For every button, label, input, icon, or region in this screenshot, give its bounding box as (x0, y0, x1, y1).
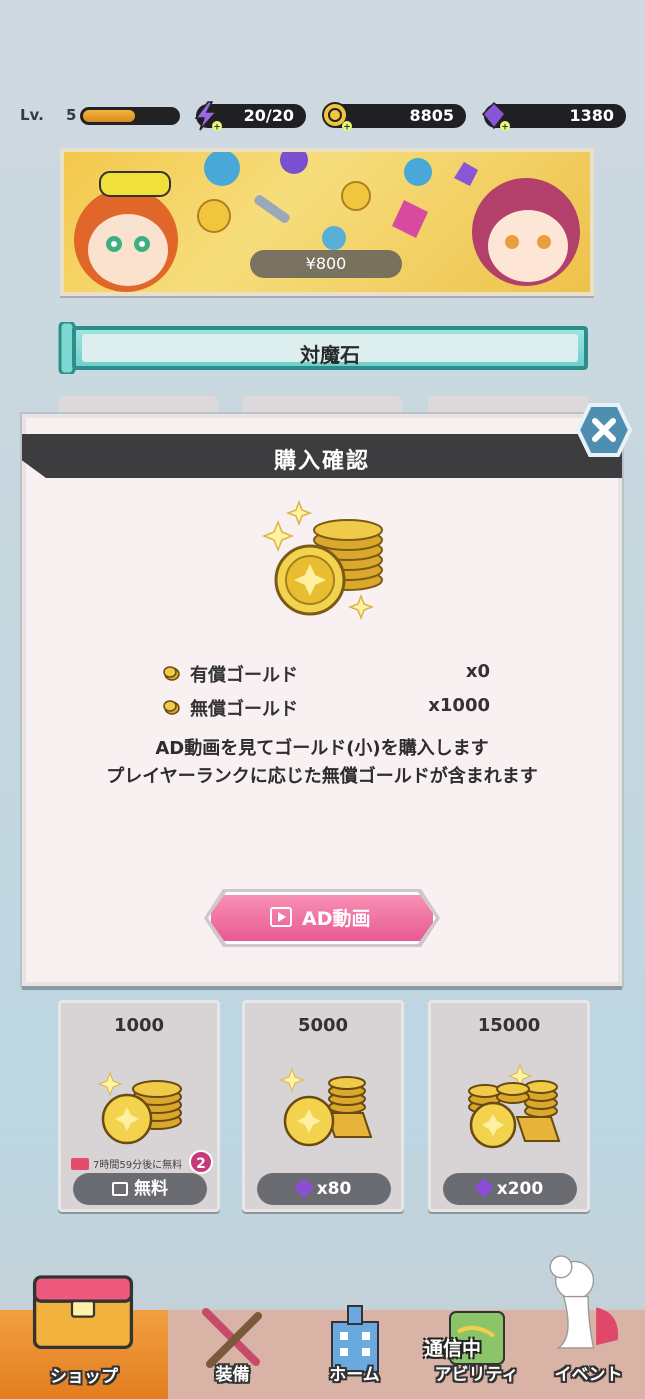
close-icon (575, 403, 633, 457)
loading-character-icon (549, 1255, 619, 1349)
remaining-count-badge: 2 (189, 1150, 213, 1174)
buy-with-gems-button[interactable]: x80 (257, 1173, 391, 1205)
small-coin-icon (163, 666, 180, 681)
nav-home[interactable]: ホーム (290, 1282, 419, 1399)
coin-pile-medium-icon (279, 1067, 373, 1147)
free-gold-qty: x1000 (428, 695, 490, 716)
status-bar: Lv. 5 + 20/20 + 8805 + 1380 (0, 98, 645, 138)
description-line-1: AD動画を見てゴールド(小)を購入します (155, 738, 489, 759)
purple-gem-icon: + (481, 101, 510, 133)
product-card-1000[interactable]: 1000 7時間59分後に無料 無料 2 (58, 1000, 220, 1212)
gold-coins-icon (261, 500, 383, 621)
dialog-header: 購入確認 (22, 434, 622, 478)
treasure-chest-icon (32, 1275, 134, 1350)
gold-coin-icon: + (322, 102, 352, 133)
free-gold-row: 無償ゴールド x1000 (22, 694, 622, 720)
coin-pile-large-icon (468, 1063, 561, 1149)
level-label: Lv. (20, 106, 44, 124)
close-button[interactable] (575, 402, 633, 458)
energy-bolt-icon: + (194, 101, 222, 133)
section-title: 対魔石 (300, 343, 360, 367)
product-card-5000[interactable]: 5000 x80 (242, 1000, 404, 1212)
banner-price: ¥800 (250, 250, 402, 278)
video-icon (71, 1158, 89, 1170)
watch-ad-label: AD動画 (302, 908, 371, 930)
nav-ability-label: アビリティ (434, 1365, 519, 1385)
svg-text:+: + (501, 123, 509, 133)
nav-shop-label: ショップ (50, 1367, 118, 1387)
play-video-icon (270, 907, 292, 927)
product-amount: 1000 (113, 1015, 165, 1036)
coin-value: 8805 (409, 106, 454, 125)
paid-gold-label: 有償ゴールド (190, 665, 298, 686)
product-amount: 15000 (477, 1015, 541, 1036)
description-line-2: プレイヤーランクに応じた無償ゴールドが含まれます (106, 766, 538, 787)
section-header: 対魔石 (58, 322, 592, 374)
svg-text:+: + (213, 123, 221, 133)
nav-event-label: イベント (554, 1365, 623, 1385)
svg-text:+: + (343, 123, 351, 133)
level-progress-fill (83, 110, 135, 122)
product-card-15000[interactable]: 15000 x200 (428, 1000, 590, 1212)
level-value: 5 (66, 106, 77, 124)
coin-counter[interactable]: + 8805 (322, 102, 466, 132)
play-video-icon (112, 1182, 128, 1196)
bottom-nav: ショップ 装備 ホーム アビリティ イベント 通信中 (0, 1255, 645, 1399)
watch-ad-button[interactable]: AD動画 (204, 889, 440, 947)
free-claim-button[interactable]: 無料 (73, 1173, 207, 1205)
nav-equipment[interactable]: 装備 (168, 1282, 297, 1399)
small-coin-icon (163, 700, 180, 715)
purchase-confirm-dialog: 購入確認 有償ゴールド x0 無償ゴールド x1000 AD動画を見てゴールド(… (22, 403, 633, 986)
gem-value: 1380 (569, 106, 614, 125)
gem-counter[interactable]: + 1380 (481, 101, 626, 132)
nav-home-label: ホーム (329, 1365, 380, 1385)
gem-icon (293, 1178, 314, 1198)
free-timer: 7時間59分後に無料 (71, 1156, 182, 1171)
buy-with-gems-button[interactable]: x200 (443, 1173, 577, 1205)
section-bar: 対魔石 (72, 326, 588, 370)
level-progress-bar (80, 107, 180, 125)
nav-equipment-label: 装備 (215, 1365, 250, 1385)
paid-gold-qty: x0 (465, 661, 490, 682)
gem-icon (473, 1178, 494, 1198)
dialog-title: 購入確認 (273, 449, 370, 474)
energy-counter[interactable]: + 20/20 (194, 101, 306, 132)
featured-pack-banner[interactable]: ¥800 (60, 148, 594, 296)
connecting-indicator: 通信中 (424, 1338, 482, 1360)
energy-value: 20/20 (243, 106, 294, 125)
free-gold-label: 無償ゴールド (190, 699, 298, 720)
nav-shop[interactable]: ショップ (0, 1275, 168, 1399)
product-amount: 5000 (297, 1015, 349, 1036)
nav-event[interactable]: イベント (524, 1255, 645, 1399)
paid-gold-row: 有償ゴールド x0 (22, 660, 622, 686)
coin-stack-small-icon (97, 1071, 182, 1145)
